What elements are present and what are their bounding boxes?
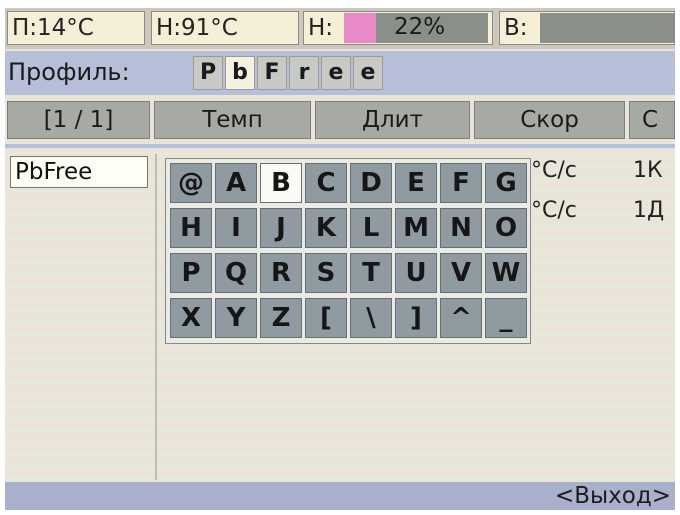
exit-button[interactable]: <Выход>: [555, 482, 671, 510]
key[interactable]: W: [485, 253, 527, 293]
key[interactable]: R: [260, 253, 302, 293]
header-duration: Длит: [315, 101, 470, 139]
profile-char[interactable]: F: [257, 56, 287, 90]
key[interactable]: ]: [395, 298, 437, 338]
key[interactable]: X: [170, 298, 212, 338]
key[interactable]: D: [350, 163, 392, 203]
column-divider: [155, 154, 157, 480]
profile-label: Профиль:: [8, 58, 130, 86]
key[interactable]: O: [485, 208, 527, 248]
row2-rate: °С/с: [531, 198, 577, 223]
key[interactable]: G: [485, 163, 527, 203]
key[interactable]: B: [260, 163, 302, 203]
bottom-heater-label: В:: [504, 15, 528, 41]
profile-char[interactable]: b: [225, 56, 255, 90]
key[interactable]: _: [485, 298, 527, 338]
heater-power-value: 22%: [394, 14, 446, 40]
key[interactable]: [: [305, 298, 347, 338]
row2-tail: 1Д: [633, 198, 665, 223]
key[interactable]: J: [260, 208, 302, 248]
key[interactable]: F: [440, 163, 482, 203]
key[interactable]: U: [395, 253, 437, 293]
key[interactable]: M: [395, 208, 437, 248]
key[interactable]: E: [395, 163, 437, 203]
header-temperature: Темп: [154, 101, 311, 139]
key[interactable]: I: [215, 208, 257, 248]
key[interactable]: @: [170, 163, 212, 203]
status-bar: П:14°C Н:91°C Н: 22% В:: [5, 8, 675, 49]
key[interactable]: V: [440, 253, 482, 293]
profile-char[interactable]: r: [289, 56, 319, 90]
key[interactable]: ^: [440, 298, 482, 338]
key[interactable]: L: [350, 208, 392, 248]
key[interactable]: T: [350, 253, 392, 293]
profile-char[interactable]: P: [193, 56, 223, 90]
profile-char[interactable]: e: [353, 56, 383, 90]
bottom-heater-power-cell: В:: [499, 11, 675, 45]
key[interactable]: A: [215, 163, 257, 203]
lower-heater-temp: П:14°C: [7, 11, 145, 45]
profile-list-item[interactable]: PbFree: [10, 156, 148, 188]
heater-power-label: Н:: [308, 15, 334, 41]
key[interactable]: H: [170, 208, 212, 248]
key[interactable]: Z: [260, 298, 302, 338]
footer-bar: <Выход>: [5, 482, 675, 510]
key[interactable]: K: [305, 208, 347, 248]
heater-power-gauge: 22%: [344, 13, 488, 43]
header-rate: Скор: [474, 101, 625, 139]
key[interactable]: C: [305, 163, 347, 203]
upper-heater-temp: Н:91°C: [151, 11, 299, 45]
key[interactable]: S: [305, 253, 347, 293]
key[interactable]: P: [170, 253, 212, 293]
header-page-indicator: [1 / 1]: [7, 101, 150, 139]
profile-name-row: Профиль: PbFree: [5, 51, 675, 95]
key[interactable]: Q: [215, 253, 257, 293]
key[interactable]: \: [350, 298, 392, 338]
character-picker: @ A B C D E F G H I J K L M N O P Q R S T U V W X Y Z[\] ^ _: [165, 158, 531, 344]
header-extra: С: [629, 101, 675, 139]
device-screen: П:14°C Н:91°C Н: 22% В: Профиль: PbFree …: [5, 8, 675, 510]
row1-rate: °С/с: [531, 158, 577, 183]
bottom-heater-gauge: [540, 13, 674, 43]
key[interactable]: Y: [215, 298, 257, 338]
row1-tail: 1К: [633, 158, 663, 183]
profile-char[interactable]: e: [321, 56, 351, 90]
heater-power-cell: Н: 22%: [303, 11, 493, 45]
heater-power-fill: [344, 13, 376, 43]
key[interactable]: N: [440, 208, 482, 248]
